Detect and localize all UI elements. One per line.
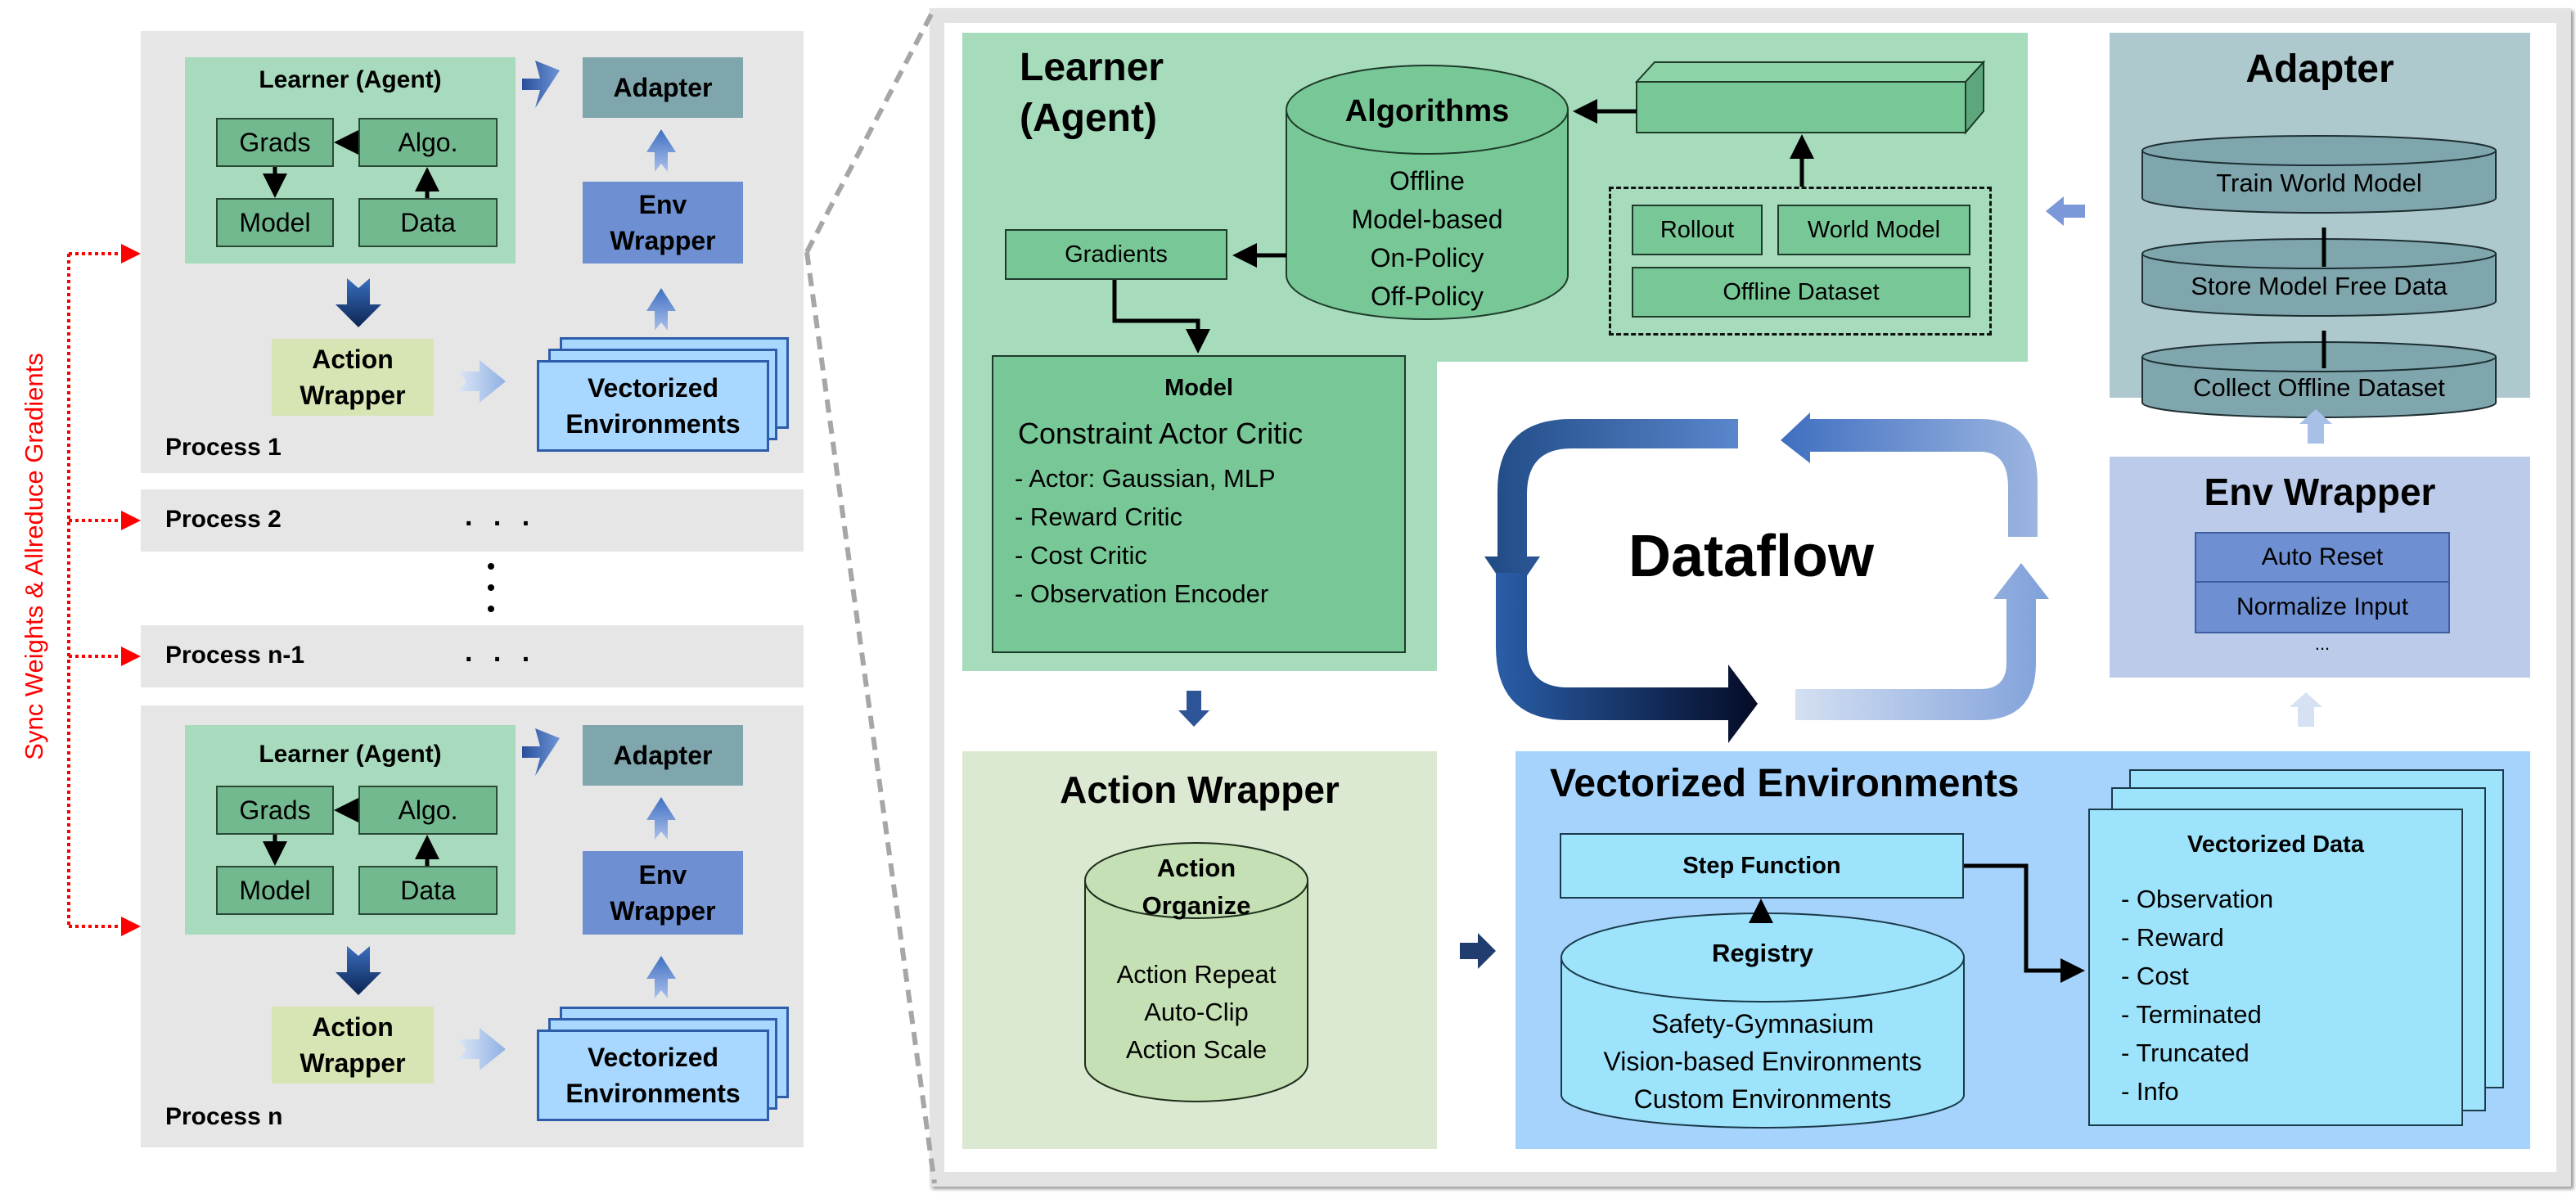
- action-organize-title-line2: Organize: [1142, 891, 1251, 920]
- vecenv-to-envwrapper-arrow: [2290, 692, 2322, 727]
- action-organize-title: Action Organize: [1085, 849, 1308, 925]
- adapter-layer-label: Collect Offline Dataset: [2193, 373, 2445, 402]
- learner-to-action-arrow: [1178, 691, 1209, 727]
- zoom-connector: [804, 7, 937, 1184]
- algorithms-title: Algorithms: [1344, 93, 1510, 128]
- action-organize-title-line1: Action: [1156, 854, 1236, 882]
- algorithms-items: Offline Model-based On-Policy Off-Policy: [1286, 162, 1568, 316]
- action-to-vecenv-arrow: [1460, 933, 1496, 969]
- adapter-to-learner-arrow: [2046, 196, 2085, 226]
- action-wrapper-item: Action Scale: [1125, 1035, 1268, 1064]
- dataflow-arrow-bottom-left: [1496, 573, 1758, 743]
- action-wrapper-item: Auto-Clip: [1144, 998, 1249, 1026]
- algorithm-item: On-Policy: [1370, 243, 1484, 273]
- dataflow-arrow-top-left: [1484, 419, 1738, 597]
- registry-item: Safety-Gymnasium: [1651, 1009, 1875, 1039]
- mini-arrow-set-1: [263, 61, 676, 403]
- algorithm-item: Model-based: [1351, 205, 1503, 234]
- action-wrapper-items: Action Repeat Auto-Clip Action Scale: [1085, 956, 1308, 1069]
- dataflow-arrow-bottom-right: [1795, 563, 2049, 720]
- action-wrapper-item: Action Repeat: [1116, 960, 1277, 989]
- sync-connectors: [67, 244, 141, 936]
- dataflow-arrow-top-right: [1781, 412, 2038, 537]
- gradients-to-model-arrow: [1112, 280, 1210, 354]
- registry-item: Vision-based Environments: [1603, 1047, 1922, 1076]
- algorithm-item: Offline: [1389, 166, 1465, 196]
- adapter-layer-label: Store Model Free Data: [2191, 272, 2448, 300]
- adapter-layer-label: Train World Model: [2216, 169, 2422, 197]
- algorithm-item: Off-Policy: [1370, 282, 1484, 311]
- vectorized-buffer-box: [1634, 60, 1986, 135]
- step-to-vecdata-arrow: [1964, 863, 2085, 983]
- registry-items: Safety-Gymnasium Vision-based Environmen…: [1561, 1005, 1964, 1118]
- mini-arrow-set-n: [263, 728, 676, 1070]
- registry-item: Custom Environments: [1633, 1084, 1892, 1114]
- dataflow-arrows: [1484, 412, 2049, 743]
- mini-arrows: [263, 61, 676, 1070]
- registry-title: Registry: [1711, 939, 1814, 967]
